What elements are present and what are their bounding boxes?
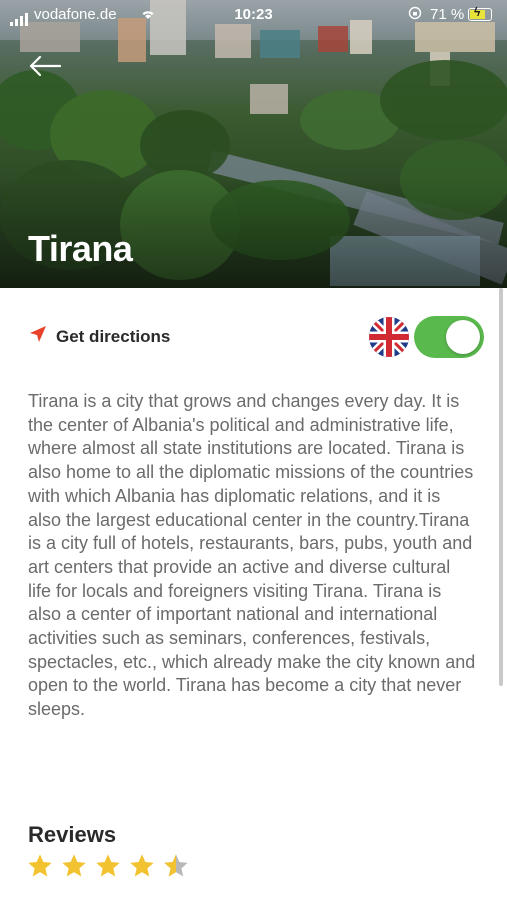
navigation-arrow-icon xyxy=(28,324,48,349)
page-title: Tirana xyxy=(28,228,133,269)
star-icon xyxy=(130,854,154,877)
get-directions-label: Get directions xyxy=(56,326,171,346)
half-star-icon xyxy=(164,854,188,877)
star-icon xyxy=(28,854,52,877)
status-bar: vodafone.de 10:23 71 % ϟ xyxy=(0,0,507,30)
scrollbar[interactable] xyxy=(499,288,503,686)
reviews-heading: Reviews xyxy=(28,822,117,847)
back-arrow-icon[interactable] xyxy=(28,52,62,80)
rotation-lock-icon xyxy=(408,6,422,23)
star-icon xyxy=(96,854,120,877)
battery-icon: ϟ xyxy=(468,5,492,21)
language-toggle[interactable] xyxy=(414,316,484,358)
hero-image: vodafone.de 10:23 71 % ϟ Tirana xyxy=(0,0,507,288)
star-icon xyxy=(62,854,86,877)
toggle-knob xyxy=(446,320,480,354)
battery-percent: 71 % xyxy=(430,6,465,23)
rating-stars[interactable] xyxy=(26,852,196,880)
city-description: Tirana is a city that grows and changes … xyxy=(28,391,476,720)
uk-flag-icon[interactable] xyxy=(369,317,409,357)
detail-content: Get directions Tirana is a city that gro… xyxy=(0,288,507,900)
get-directions-button[interactable]: Get directions xyxy=(28,324,170,349)
